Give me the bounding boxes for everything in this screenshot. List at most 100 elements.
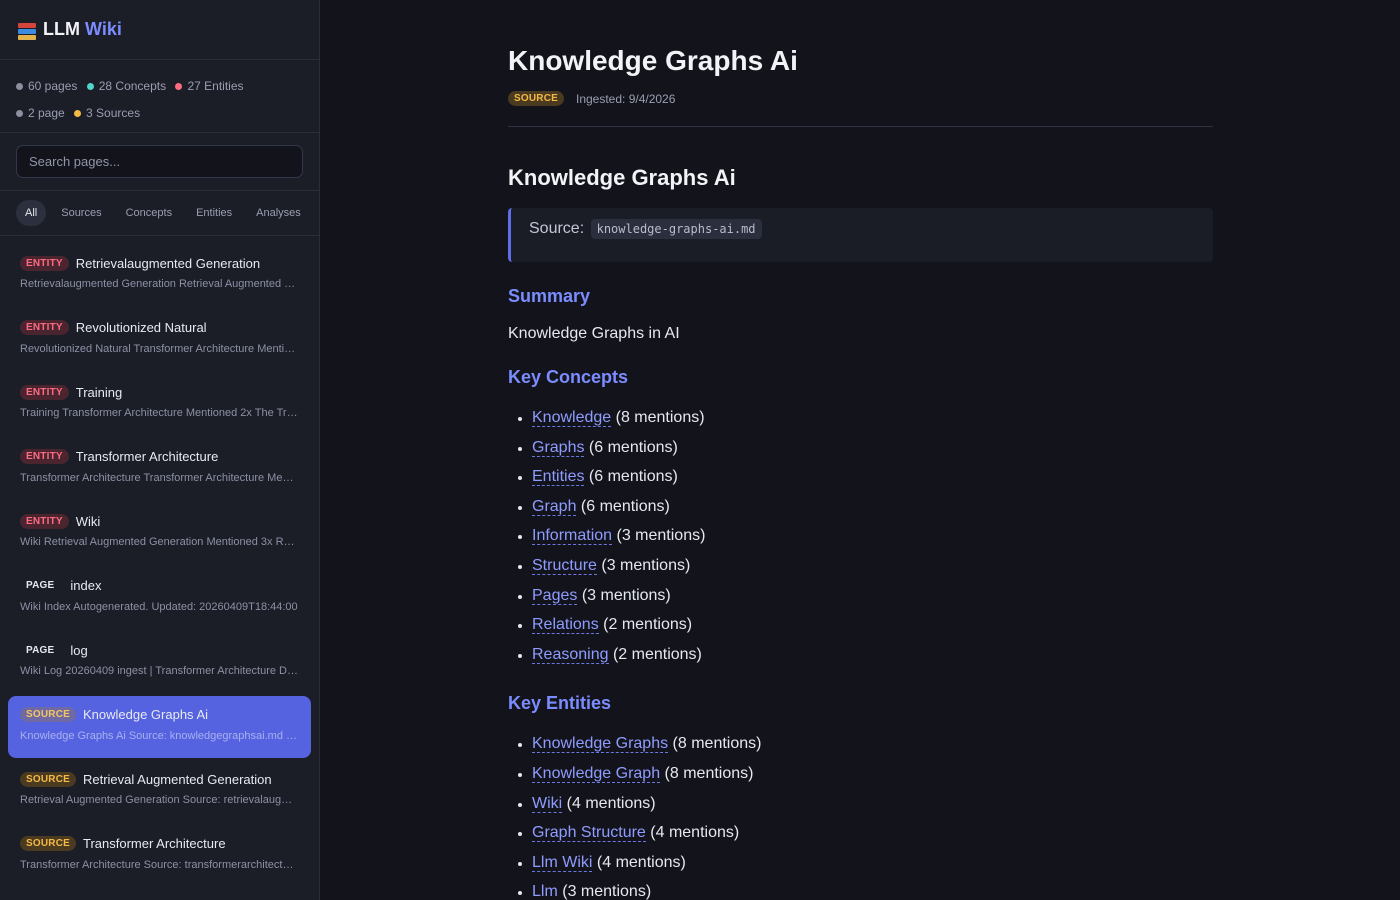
entity-link[interactable]: Knowledge Graph xyxy=(532,764,661,783)
item-title: Revolutionized Natural xyxy=(75,320,207,335)
type-badge: ENTITY xyxy=(20,449,69,464)
stat-sources: 3 Sources xyxy=(74,100,140,127)
tab-sources[interactable]: Sources xyxy=(52,200,110,226)
mention-count: (2 mentions) xyxy=(603,616,693,634)
dot-icon xyxy=(16,110,23,117)
type-badge: PAGE xyxy=(26,580,55,591)
summary-text: Knowledge Graphs in AI xyxy=(508,325,680,342)
mention-count: (2 mentions) xyxy=(612,645,702,663)
concept-link[interactable]: Knowledge xyxy=(532,409,612,427)
item-description: Knowledge Graphs Ai Source: knowledgegra… xyxy=(20,729,298,742)
item-description: Wiki Retrieval Augmented Generation Ment… xyxy=(20,536,298,548)
stat-label: 2 page xyxy=(28,106,65,120)
item-title: Retrieval Augmented Generation xyxy=(82,771,272,787)
mention-count: (8 mentions) xyxy=(664,764,754,782)
stat-entities: 27 Entities xyxy=(175,73,244,100)
list-item: Graph (6 mentions) xyxy=(532,492,1213,522)
list-item: Entities (6 mentions) xyxy=(532,462,1213,492)
list-item: Knowledge (8 mentions) xyxy=(532,403,1213,433)
brand-name-wiki: Wiki xyxy=(84,19,122,39)
type-badge: SOURCE xyxy=(20,771,76,787)
dot-icon xyxy=(86,83,94,90)
item-title: Transformer Architecture xyxy=(82,836,226,851)
item-description: Transformer Architecture Source: transfo… xyxy=(20,858,298,871)
type-badge: ENTITY xyxy=(20,255,69,271)
mention-count: (8 mentions) xyxy=(615,409,705,426)
type-badge: ENTITY xyxy=(20,384,69,400)
tab-analyses[interactable]: Analyses xyxy=(247,200,310,226)
list-item: Wiki (4 mentions) xyxy=(532,789,1213,819)
entity-link[interactable]: Graph Structure xyxy=(532,824,646,843)
page-list: ENTITY Retrievalaugmented Generation Retr… xyxy=(0,236,319,897)
list-item[interactable]: PAGE index Wiki Index Autogenerated. Upda… xyxy=(8,567,311,629)
item-title: Wiki xyxy=(75,513,101,529)
list-item[interactable]: SOURCE Transformer Architecture Transform… xyxy=(8,825,311,887)
type-badge: ENTITY xyxy=(20,320,69,335)
page-meta: SOURCE Ingested: 9/4/2026 xyxy=(508,91,1213,127)
item-title: Training xyxy=(75,384,123,400)
concept-link[interactable]: Information xyxy=(532,527,613,546)
tab-all[interactable]: All xyxy=(16,200,47,226)
mention-count: (6 mentions) xyxy=(588,468,678,486)
summary-heading: Summary xyxy=(508,286,591,306)
mention-count: (6 mentions) xyxy=(580,497,670,515)
tab-concepts[interactable]: Concepts xyxy=(117,200,181,226)
search-container xyxy=(0,133,319,191)
concept-link[interactable]: Pages xyxy=(532,586,578,605)
mention-count: (8 mentions) xyxy=(672,735,762,753)
source-filename: knowledge-graphs-ai.md xyxy=(590,219,762,239)
list-item: Graphs (6 mentions) xyxy=(532,433,1213,463)
entity-link[interactable]: Knowledge Graphs xyxy=(532,735,669,754)
item-title: Transformer Architecture xyxy=(75,449,219,464)
concept-link[interactable]: Reasoning xyxy=(532,645,609,664)
list-item[interactable]: PAGE log Wiki Log 20260409 ingest | Trans… xyxy=(8,631,311,693)
entity-link[interactable]: Llm xyxy=(532,883,558,900)
list-item[interactable]: ENTITY Training Training Transformer Arch… xyxy=(8,373,311,435)
list-item: Knowledge Graph (8 mentions) xyxy=(532,759,1213,789)
concept-link[interactable]: Structure xyxy=(532,556,597,575)
stat-page: 2 page xyxy=(16,100,65,127)
list-item-selected[interactable]: SOURCE Knowledge Graphs Ai Knowledge Grap… xyxy=(8,695,311,758)
item-description: Wiki Log 20260409 ingest | Transformer A… xyxy=(20,665,298,677)
list-item: Relations (2 mentions) xyxy=(532,610,1213,640)
list-item[interactable]: SOURCE Retrieval Augmented Generation Ret… xyxy=(8,760,311,822)
brand[interactable]: LLM Wiki xyxy=(0,0,319,60)
list-item: Llm (3 mentions) xyxy=(532,877,1213,900)
source-badge: SOURCE xyxy=(508,91,564,106)
stat-concepts: 28 Concepts xyxy=(86,73,167,100)
list-item[interactable]: ENTITY Wiki Wiki Retrieval Augmented Gene… xyxy=(8,502,311,564)
mention-count: (3 mentions) xyxy=(562,883,652,900)
concept-link[interactable]: Graphs xyxy=(532,438,585,457)
concepts-list: Knowledge (8 mentions) Graphs (6 mention… xyxy=(508,403,1213,669)
content-heading: Knowledge Graphs Ai xyxy=(508,165,736,190)
brand-name-llm: LLM xyxy=(43,19,80,39)
list-item: Llm Wiki (4 mentions) xyxy=(532,848,1213,878)
concept-link[interactable]: Entities xyxy=(532,468,585,487)
item-title: index xyxy=(70,578,102,593)
stats-bar: 60 pages 28 Concepts 27 Entities 2 page … xyxy=(0,60,319,133)
mention-count: (4 mentions) xyxy=(650,824,740,842)
list-item[interactable]: ENTITY Transformer Architecture Transform… xyxy=(8,438,311,500)
dot-icon xyxy=(16,83,23,90)
list-item[interactable]: ENTITY Retrievalaugmented Generation Retr… xyxy=(8,244,311,306)
item-description: Training Transformer Architecture Mentio… xyxy=(20,407,298,419)
entity-link[interactable]: Llm Wiki xyxy=(532,853,593,872)
type-badge: SOURCE xyxy=(20,707,76,722)
item-description: Retrievalaugmented Generation Retrieval … xyxy=(20,278,298,290)
tab-entities[interactable]: Entities xyxy=(187,200,241,226)
stat-label: 28 Concepts xyxy=(98,79,167,93)
concept-link[interactable]: Graph xyxy=(532,497,577,516)
concept-link[interactable]: Relations xyxy=(532,616,599,635)
mention-count: (4 mentions) xyxy=(596,853,686,871)
search-input[interactable] xyxy=(16,145,303,178)
source-blockquote: Source: knowledge-graphs-ai.md xyxy=(508,208,1213,262)
list-item: Graph Structure (4 mentions) xyxy=(532,818,1213,848)
list-item: Knowledge Graphs (8 mentions) xyxy=(532,729,1213,759)
entity-link[interactable]: Wiki xyxy=(532,794,563,813)
key-entities-heading: Key Entities xyxy=(508,693,612,714)
list-item[interactable]: ENTITY Revolutionized Natural Revolutioni… xyxy=(8,309,311,371)
type-badge: SOURCE xyxy=(20,836,76,851)
key-concepts-heading: Key Concepts xyxy=(508,367,629,387)
item-description: Transformer Architecture Transformer Arc… xyxy=(20,471,298,484)
stat-pages: 60 pages xyxy=(16,73,77,100)
